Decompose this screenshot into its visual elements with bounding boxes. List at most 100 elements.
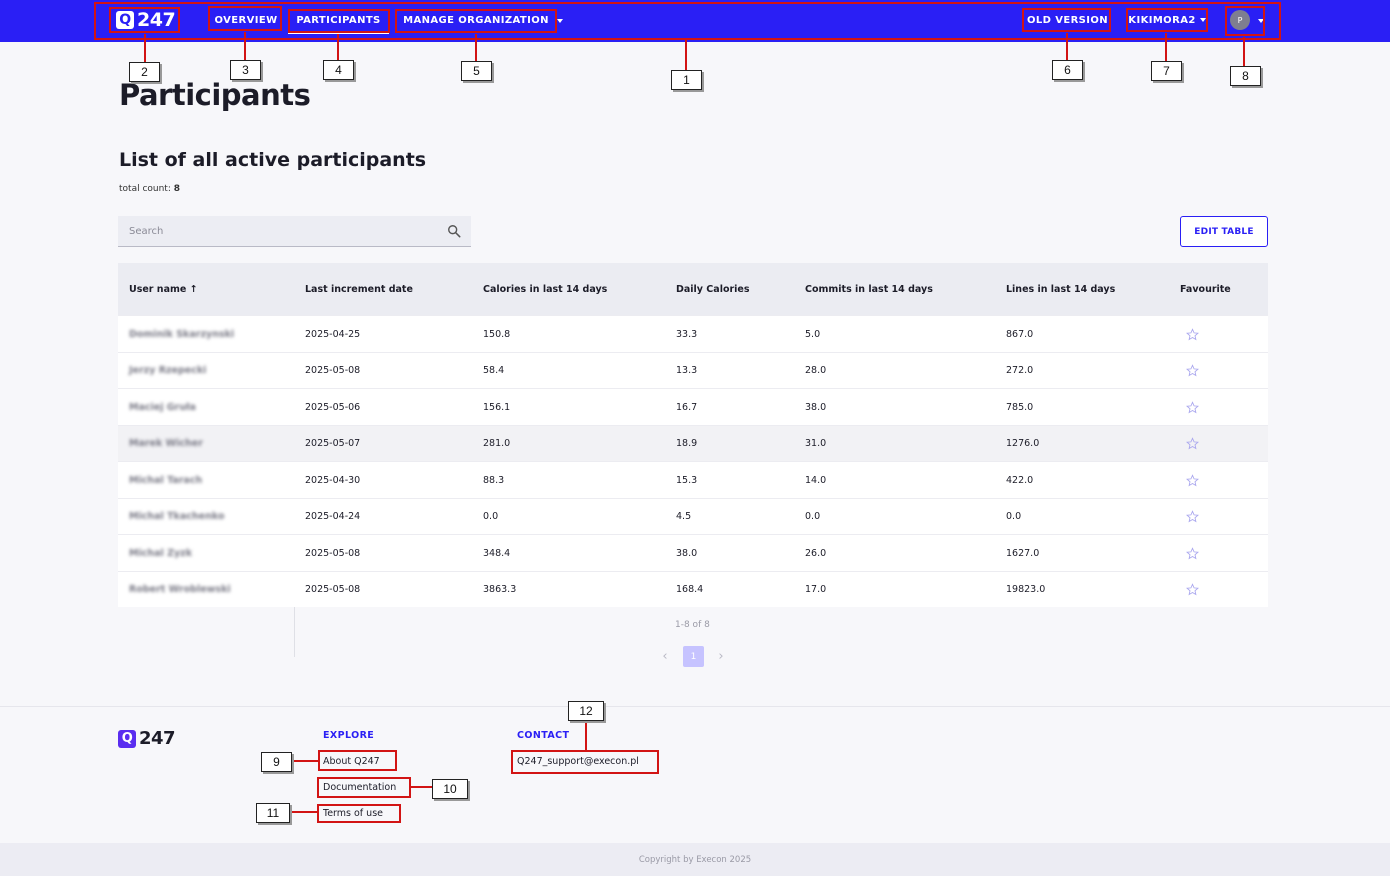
annotation-connector [411, 786, 432, 788]
chevron-right-icon[interactable]: › [714, 648, 728, 664]
cell-lines-14-days: 785.0 [1006, 401, 1034, 413]
search-input[interactable] [118, 216, 438, 246]
cell-lines-14-days: 272.0 [1006, 365, 1034, 376]
favourite-star-icon[interactable] [1186, 426, 1199, 462]
favourite-star-icon[interactable] [1186, 572, 1199, 608]
annotation-marker-9: 9 [261, 752, 292, 772]
annotation-marker-12: 12 [568, 701, 604, 721]
annotation-box-9 [318, 750, 397, 771]
q-logo-icon: Q [118, 729, 136, 748]
annotation-box-2 [109, 7, 180, 33]
column-daily-calories[interactable]: Daily Calories [676, 263, 750, 315]
pagination-info: 1-8 of 8 [675, 620, 710, 630]
cell-daily-calories: 33.3 [676, 328, 698, 340]
cell-last-increment-date: 2025-05-08 [305, 365, 361, 376]
cell-last-increment-date: 2025-05-06 [305, 401, 361, 413]
cell-commits-14-days: 5.0 [805, 328, 821, 340]
cell-last-increment-date: 2025-04-24 [305, 511, 361, 522]
cell-user-name: Maciej Gruła [129, 401, 196, 413]
favourite-star-icon[interactable] [1186, 353, 1199, 389]
copyright-text: Copyright by Execon 2025 [638, 854, 752, 865]
column-commits-14-days[interactable]: Commits in last 14 days [805, 263, 933, 315]
table-row[interactable]: Robert Wroblewski 2025-05-08 3863.3 168.4 17… [118, 570, 1268, 608]
table-row[interactable]: Michal Zyzk 2025-05-08 348.4 38.0 26.0 1627.0 [118, 534, 1268, 571]
favourite-star-icon[interactable] [1186, 499, 1199, 535]
annotation-connector [475, 34, 477, 61]
annotation-connector [290, 811, 317, 813]
cell-calories-14-days: 348.4 [483, 547, 511, 559]
annotation-marker-6: 6 [1052, 60, 1083, 80]
cell-user-name: Michal Zyzk [129, 547, 193, 559]
total-count: total count: 8 [119, 184, 180, 194]
cell-lines-14-days: 422.0 [1006, 474, 1034, 486]
annotation-box-11 [317, 804, 401, 823]
column-calories-14-days[interactable]: Calories in last 14 days [483, 263, 607, 315]
cell-last-increment-date: 2025-05-08 [305, 584, 361, 595]
page-button-1[interactable]: 1 [683, 646, 704, 667]
footer-logo-text: 247 [139, 728, 176, 749]
cell-commits-14-days: 17.0 [805, 584, 827, 595]
annotation-marker-11: 11 [256, 803, 290, 823]
cell-user-name: Marek Wicher [129, 438, 203, 449]
table-row[interactable]: Michal Tarach 2025-04-30 88.3 15.3 14.0 422.0 [118, 461, 1268, 498]
copyright-bar: Copyright by Execon 2025 [0, 843, 1390, 876]
favourite-star-icon[interactable] [1186, 535, 1199, 571]
cell-daily-calories: 16.7 [676, 401, 698, 413]
annotation-connector [292, 760, 318, 762]
column-favourite[interactable]: Favourite [1180, 263, 1231, 315]
page-title: Participants [119, 78, 311, 112]
annotation-marker-8: 8 [1230, 66, 1261, 86]
favourite-star-icon[interactable] [1186, 316, 1199, 352]
edit-table-button[interactable]: EDIT TABLE [1180, 216, 1268, 247]
annotation-connector [1165, 33, 1167, 61]
cell-lines-14-days: 1627.0 [1006, 547, 1040, 559]
table-row[interactable]: Jerzy Rzepecki 2025-05-08 58.4 13.3 28.0 272.… [118, 351, 1268, 389]
cell-lines-14-days: 867.0 [1006, 328, 1034, 340]
cell-calories-14-days: 281.0 [483, 438, 511, 449]
column-last-increment-date[interactable]: Last increment date [305, 263, 413, 315]
cell-calories-14-days: 88.3 [483, 474, 505, 486]
annotation-box-3 [208, 6, 282, 31]
favourite-star-icon[interactable] [1186, 462, 1199, 498]
cell-commits-14-days: 0.0 [805, 511, 821, 522]
favourite-star-icon[interactable] [1186, 389, 1199, 425]
cell-commits-14-days: 31.0 [805, 438, 827, 449]
annotation-box-8 [1225, 6, 1265, 36]
cell-daily-calories: 168.4 [676, 584, 704, 595]
cell-calories-14-days: 150.8 [483, 328, 511, 340]
annotation-connector [337, 34, 339, 60]
table-row[interactable]: Marek Wicher 2025-05-07 281.0 18.9 31.0 1276.… [118, 424, 1268, 462]
annotation-connector [1066, 33, 1068, 60]
cell-calories-14-days: 0.0 [483, 511, 499, 522]
cell-user-name: Michal Tarach [129, 474, 203, 486]
annotation-box-5 [395, 9, 557, 33]
footer-logo: Q 247 [118, 728, 176, 749]
table-row[interactable]: Maciej Gruła 2025-05-06 156.1 16.7 38.0 785.0 [118, 388, 1268, 425]
search-icon[interactable] [447, 224, 461, 238]
cell-daily-calories: 38.0 [676, 547, 698, 559]
annotation-marker-7: 7 [1151, 61, 1182, 81]
column-user-name[interactable]: User name ↑ [129, 263, 198, 315]
annotation-marker-1: 1 [671, 70, 702, 90]
cell-commits-14-days: 14.0 [805, 474, 827, 486]
cell-last-increment-date: 2025-05-08 [305, 547, 361, 559]
column-lines-14-days[interactable]: Lines in last 14 days [1006, 263, 1115, 315]
cell-user-name: Jerzy Rzepecki [129, 365, 207, 376]
participants-table: User name ↑ Last increment date Calories… [118, 263, 1268, 657]
table-header: User name ↑ Last increment date Calories… [118, 263, 1268, 315]
annotation-marker-4: 4 [323, 60, 354, 80]
table-row[interactable]: Dominik Skarzynski 2025-04-25 150.8 33.3 5.0… [118, 315, 1268, 352]
cell-user-name: Dominik Skarzynski [129, 328, 235, 340]
cell-commits-14-days: 28.0 [805, 365, 827, 376]
annotation-marker-10: 10 [432, 779, 468, 799]
cell-daily-calories: 4.5 [676, 511, 692, 522]
annotation-box-10 [317, 777, 411, 798]
footer-explore-heading: EXPLORE [323, 730, 375, 741]
table-row[interactable]: Michal Tkachenko 2025-04-24 0.0 4.5 0.0 0.0 [118, 497, 1268, 535]
cell-last-increment-date: 2025-05-07 [305, 438, 361, 449]
chevron-left-icon[interactable]: ‹ [658, 648, 672, 664]
cell-calories-14-days: 3863.3 [483, 584, 517, 595]
annotation-box-4 [288, 9, 390, 33]
cell-last-increment-date: 2025-04-30 [305, 474, 361, 486]
total-count-value: 8 [173, 184, 181, 194]
